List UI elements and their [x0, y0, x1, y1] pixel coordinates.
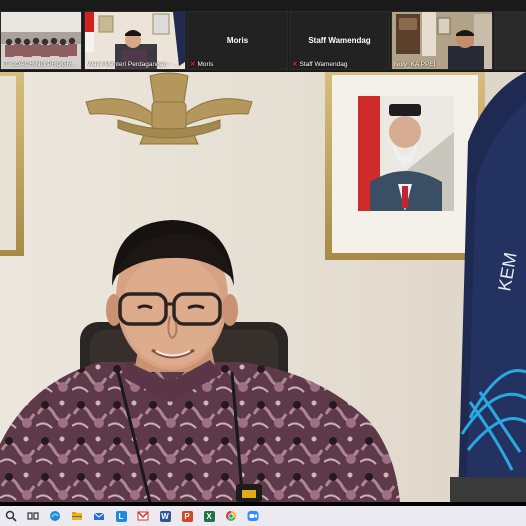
participant-tile-partial[interactable]	[494, 11, 526, 70]
active-speaker-video: KEM	[0, 72, 526, 502]
participant-tile-wakil-menteri[interactable]: Wakil Menteri Perdagangan - Dr...	[84, 11, 186, 70]
participant-tile-moris[interactable]: Moris ✕ Moris	[187, 11, 288, 70]
muted-mic-icon: ✕	[190, 61, 196, 68]
lync-icon[interactable]: L	[110, 506, 132, 526]
zoom-icon[interactable]	[242, 506, 264, 526]
gmail-icon[interactable]	[132, 506, 154, 526]
participant-name-bar: ✕ Moris	[190, 60, 285, 68]
mail-icon[interactable]	[88, 506, 110, 526]
powerpoint-icon[interactable]: P	[176, 506, 198, 526]
left-picture-frame	[0, 72, 24, 256]
portrait-frame	[325, 72, 485, 260]
participant-display-name: Moris	[226, 36, 249, 45]
participant-tile-staff-wamendag[interactable]: Staff Wamendag ✕ Staff Wamendag	[289, 11, 390, 70]
participant-name: Wakil Menteri Perdagangan - Dr...	[87, 61, 183, 68]
task-view-icon[interactable]	[22, 506, 44, 526]
edge-icon[interactable]	[44, 506, 66, 526]
participant-name: Staff Wamendag	[299, 61, 348, 68]
speaker-video-frame: KEM	[0, 72, 526, 502]
participant-name: IT COACHING PROGRAM S...	[3, 61, 79, 68]
file-explorer-icon[interactable]	[66, 506, 88, 526]
windows-taskbar: L W P X	[0, 506, 526, 526]
word-icon[interactable]: W	[154, 506, 176, 526]
participant-gallery: IT COACHING PROGRAM S... Wakil Menteri P…	[0, 0, 526, 72]
participant-tile-it-coaching[interactable]: IT COACHING PROGRAM S...	[0, 11, 82, 70]
excel-icon[interactable]: X	[198, 506, 220, 526]
participant-name: Noly_KA PPEI	[394, 61, 436, 68]
participant-display-name: Staff Wamendag	[308, 36, 371, 45]
participant-name-bar: ✕ Staff Wamendag	[292, 60, 387, 68]
search-icon[interactable]	[0, 506, 22, 526]
participant-name: Moris	[197, 61, 214, 68]
participant-tile-noly[interactable]: Noly_KA PPEI	[391, 11, 493, 70]
chrome-icon[interactable]	[220, 506, 242, 526]
muted-mic-icon: ✕	[292, 61, 298, 68]
